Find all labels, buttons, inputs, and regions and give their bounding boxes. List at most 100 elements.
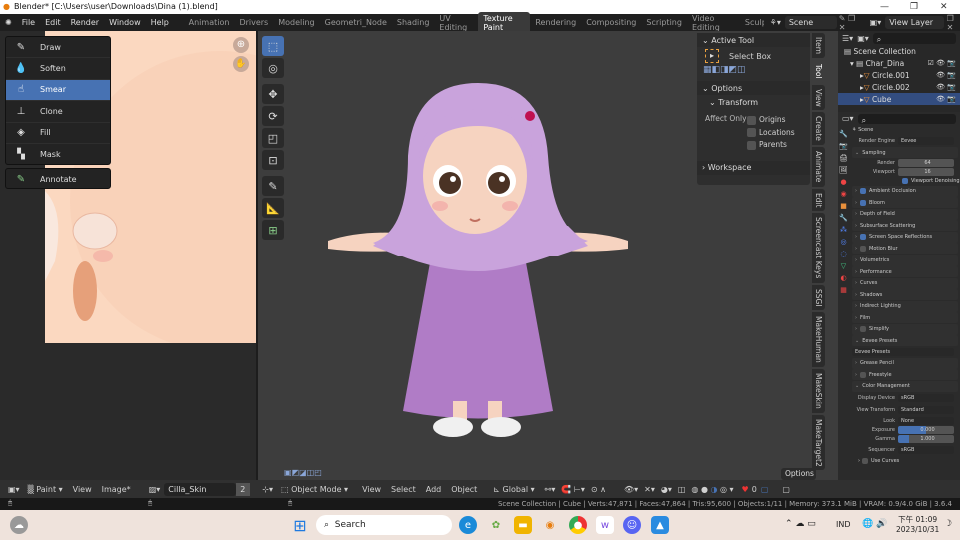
parents-checkbox[interactable]: Parents (747, 139, 795, 152)
properties-search[interactable]: ⌕ (857, 113, 956, 125)
look-dropdown[interactable]: None (898, 416, 954, 425)
viewport-editor-type-icon[interactable]: ⊹▾ (262, 485, 273, 494)
select-mode-buttons[interactable]: ▦◧◨◩◫ (697, 65, 810, 77)
menu-select[interactable]: Select (391, 485, 416, 494)
photos-icon[interactable]: ▲ (651, 516, 669, 534)
view-layer-field[interactable]: View Layer (885, 16, 944, 29)
move-tool[interactable]: ✥ (262, 84, 284, 104)
restore-button[interactable]: ❐ (910, 0, 918, 14)
visibility-icons[interactable]: ☑ 👁 📷 (928, 59, 956, 67)
tool-fill[interactable]: ◈ Fill (6, 123, 110, 144)
display-mode-icon[interactable]: ☰▾ (842, 34, 853, 43)
visibility-icons[interactable]: 👁 📷 (936, 83, 956, 91)
panel-checkbox[interactable] (860, 326, 866, 332)
scene-tab-icon[interactable]: ● (838, 178, 849, 190)
pin-icon[interactable]: ✎ ❐ ✕ (839, 14, 860, 32)
outliner-item-circle-001[interactable]: ▸ ▽ Circle.001 👁 📷 (838, 69, 960, 81)
modifier-tab-icon[interactable]: 🔧 (838, 214, 849, 226)
panel-shadows[interactable]: › Shadows (852, 289, 958, 300)
tab-item[interactable]: Item (812, 33, 825, 59)
notification-icon[interactable]: ☽ (944, 519, 952, 529)
origins-checkbox[interactable]: Origins (747, 114, 795, 127)
network-volume-icons[interactable]: 🌐 🔊 (862, 519, 887, 529)
locations-checkbox[interactable]: Locations (747, 127, 795, 140)
outliner-editor-icon[interactable]: ▢ (782, 485, 790, 494)
close-button[interactable]: ✕ (940, 0, 948, 14)
menu-view[interactable]: View (73, 485, 92, 494)
zoom-icon[interactable]: ⊕ (233, 37, 249, 53)
use-curves-checkbox[interactable]: › Use Curves (852, 456, 960, 465)
menu-help[interactable]: Help (146, 18, 174, 27)
tab-rendering[interactable]: Rendering (530, 18, 581, 27)
display-device-dropdown[interactable]: sRGB (898, 394, 954, 402)
render-engine-dropdown[interactable]: Eevee (898, 137, 954, 145)
scale-tool[interactable]: ◰ (262, 128, 284, 148)
viewport-samples-field[interactable]: 16 (898, 168, 954, 176)
panel-motion-blur[interactable]: › Motion Blur (852, 243, 958, 254)
panel-curves[interactable]: › Curves (852, 277, 958, 289)
proportional-edit-icon[interactable]: ⊙ ∧ (591, 485, 606, 494)
snap-icon[interactable]: 🧲 ⊢▾ (561, 485, 585, 494)
windows-start-icon[interactable]: ⊞ (291, 516, 309, 535)
transform-tool[interactable]: ⊡ (262, 150, 284, 170)
tool-draw[interactable]: ✎ Draw (6, 37, 110, 59)
view-layer-icon[interactable]: ▣▾ (870, 18, 882, 27)
render-samples-field[interactable]: 64 (898, 159, 954, 167)
rotate-tool[interactable]: ⟳ (262, 106, 284, 126)
panel-checkbox[interactable] (860, 245, 866, 252)
pivot-icon[interactable]: ⚯▾ (545, 485, 556, 494)
workspace-header[interactable]: › Workspace (697, 160, 810, 175)
constraints-tab-icon[interactable]: ◌ (838, 250, 849, 262)
visibility-icons[interactable]: 👁 📷 (936, 71, 956, 79)
tab-uv-editing[interactable]: UV Editing (434, 14, 478, 32)
tray-icons[interactable]: ⌃ ☁ ▭ (785, 519, 816, 529)
scene-selector-icon[interactable]: ⚘▾ (770, 18, 781, 27)
panel-ambient-occlusion[interactable]: › Ambient Occlusion (852, 185, 958, 197)
tool-clone[interactable]: ⊥ Clone (6, 101, 110, 123)
overlay-icon[interactable]: ◕▾ (661, 485, 672, 494)
panel-checkbox[interactable] (860, 188, 866, 194)
panel-grease-pencil[interactable]: › Grease Pencil (852, 357, 958, 369)
active-tool-header[interactable]: ⌄ Active Tool (697, 33, 810, 47)
minimize-button[interactable]: — (880, 0, 889, 14)
shading-modes[interactable]: ◍ ● ◑ ◎ ▾ (691, 485, 733, 494)
paint-mode-dropdown[interactable]: ▒ Paint ▾ (28, 485, 63, 494)
tab-create[interactable]: Create (812, 112, 825, 146)
panel-subsurface-scattering[interactable]: › Subsurface Scattering (852, 220, 958, 231)
sequencer-dropdown[interactable]: sRGB (898, 445, 954, 454)
panel-bloom[interactable]: › Bloom (852, 197, 958, 208)
edge-icon[interactable]: e (459, 516, 477, 534)
exposure-slider[interactable]: 0.000 (898, 425, 954, 434)
world-tab-icon[interactable]: ◉ (838, 190, 849, 202)
tool-mask[interactable]: ▚ Mask (6, 144, 110, 165)
add-cube-tool[interactable]: ⊞ (262, 220, 284, 240)
tool-smear[interactable]: ☝ Smear (6, 79, 110, 102)
gizmo-icon[interactable]: ✕▾ (644, 485, 655, 494)
editor-type-icon[interactable]: ▣▾ (8, 485, 20, 494)
discord-icon[interactable]: ☺ (623, 516, 641, 534)
outliner-item-cube[interactable]: ▸ ▽ Cube 👁 📷 (838, 93, 960, 105)
panel-indirect-lighting[interactable]: › Indirect Lighting (852, 300, 958, 312)
cursor-tool[interactable]: ◎ (262, 58, 284, 78)
taskbar-search[interactable]: ⌕ Search (316, 515, 452, 535)
object-tab-icon[interactable]: ■ (838, 202, 849, 214)
filter-icon[interactable]: ▣▾ (857, 34, 869, 43)
tab-makehuman[interactable]: MakeHuman (812, 312, 825, 367)
menu-add[interactable]: Add (426, 485, 442, 494)
image-users-count[interactable]: 2 (236, 482, 251, 496)
menu-object[interactable]: Object (451, 485, 477, 494)
tab-compositing[interactable]: Compositing (581, 18, 641, 27)
tab-geometri-node[interactable]: Geometri_Node (320, 18, 392, 27)
tab-animation[interactable]: Animation (184, 18, 235, 27)
clock[interactable]: 下午 01:09 2023/10/31 (896, 514, 939, 534)
tab-maketarget2[interactable]: MakeTarget2 (812, 414, 825, 471)
particles-tab-icon[interactable]: ⁂ (838, 226, 849, 238)
tab-tool[interactable]: Tool (812, 60, 825, 83)
panel-checkbox[interactable] (860, 234, 866, 240)
app-icon[interactable]: ✿ (487, 516, 505, 534)
eevee-presets-dropdown[interactable]: Eevee Presets (852, 348, 954, 356)
tab-modeling[interactable]: Modeling (273, 18, 319, 27)
menu-view-3d[interactable]: View (362, 485, 381, 494)
panel-performance[interactable]: › Performance (852, 266, 958, 277)
tab-ssgi[interactable]: SSGI (812, 284, 825, 311)
